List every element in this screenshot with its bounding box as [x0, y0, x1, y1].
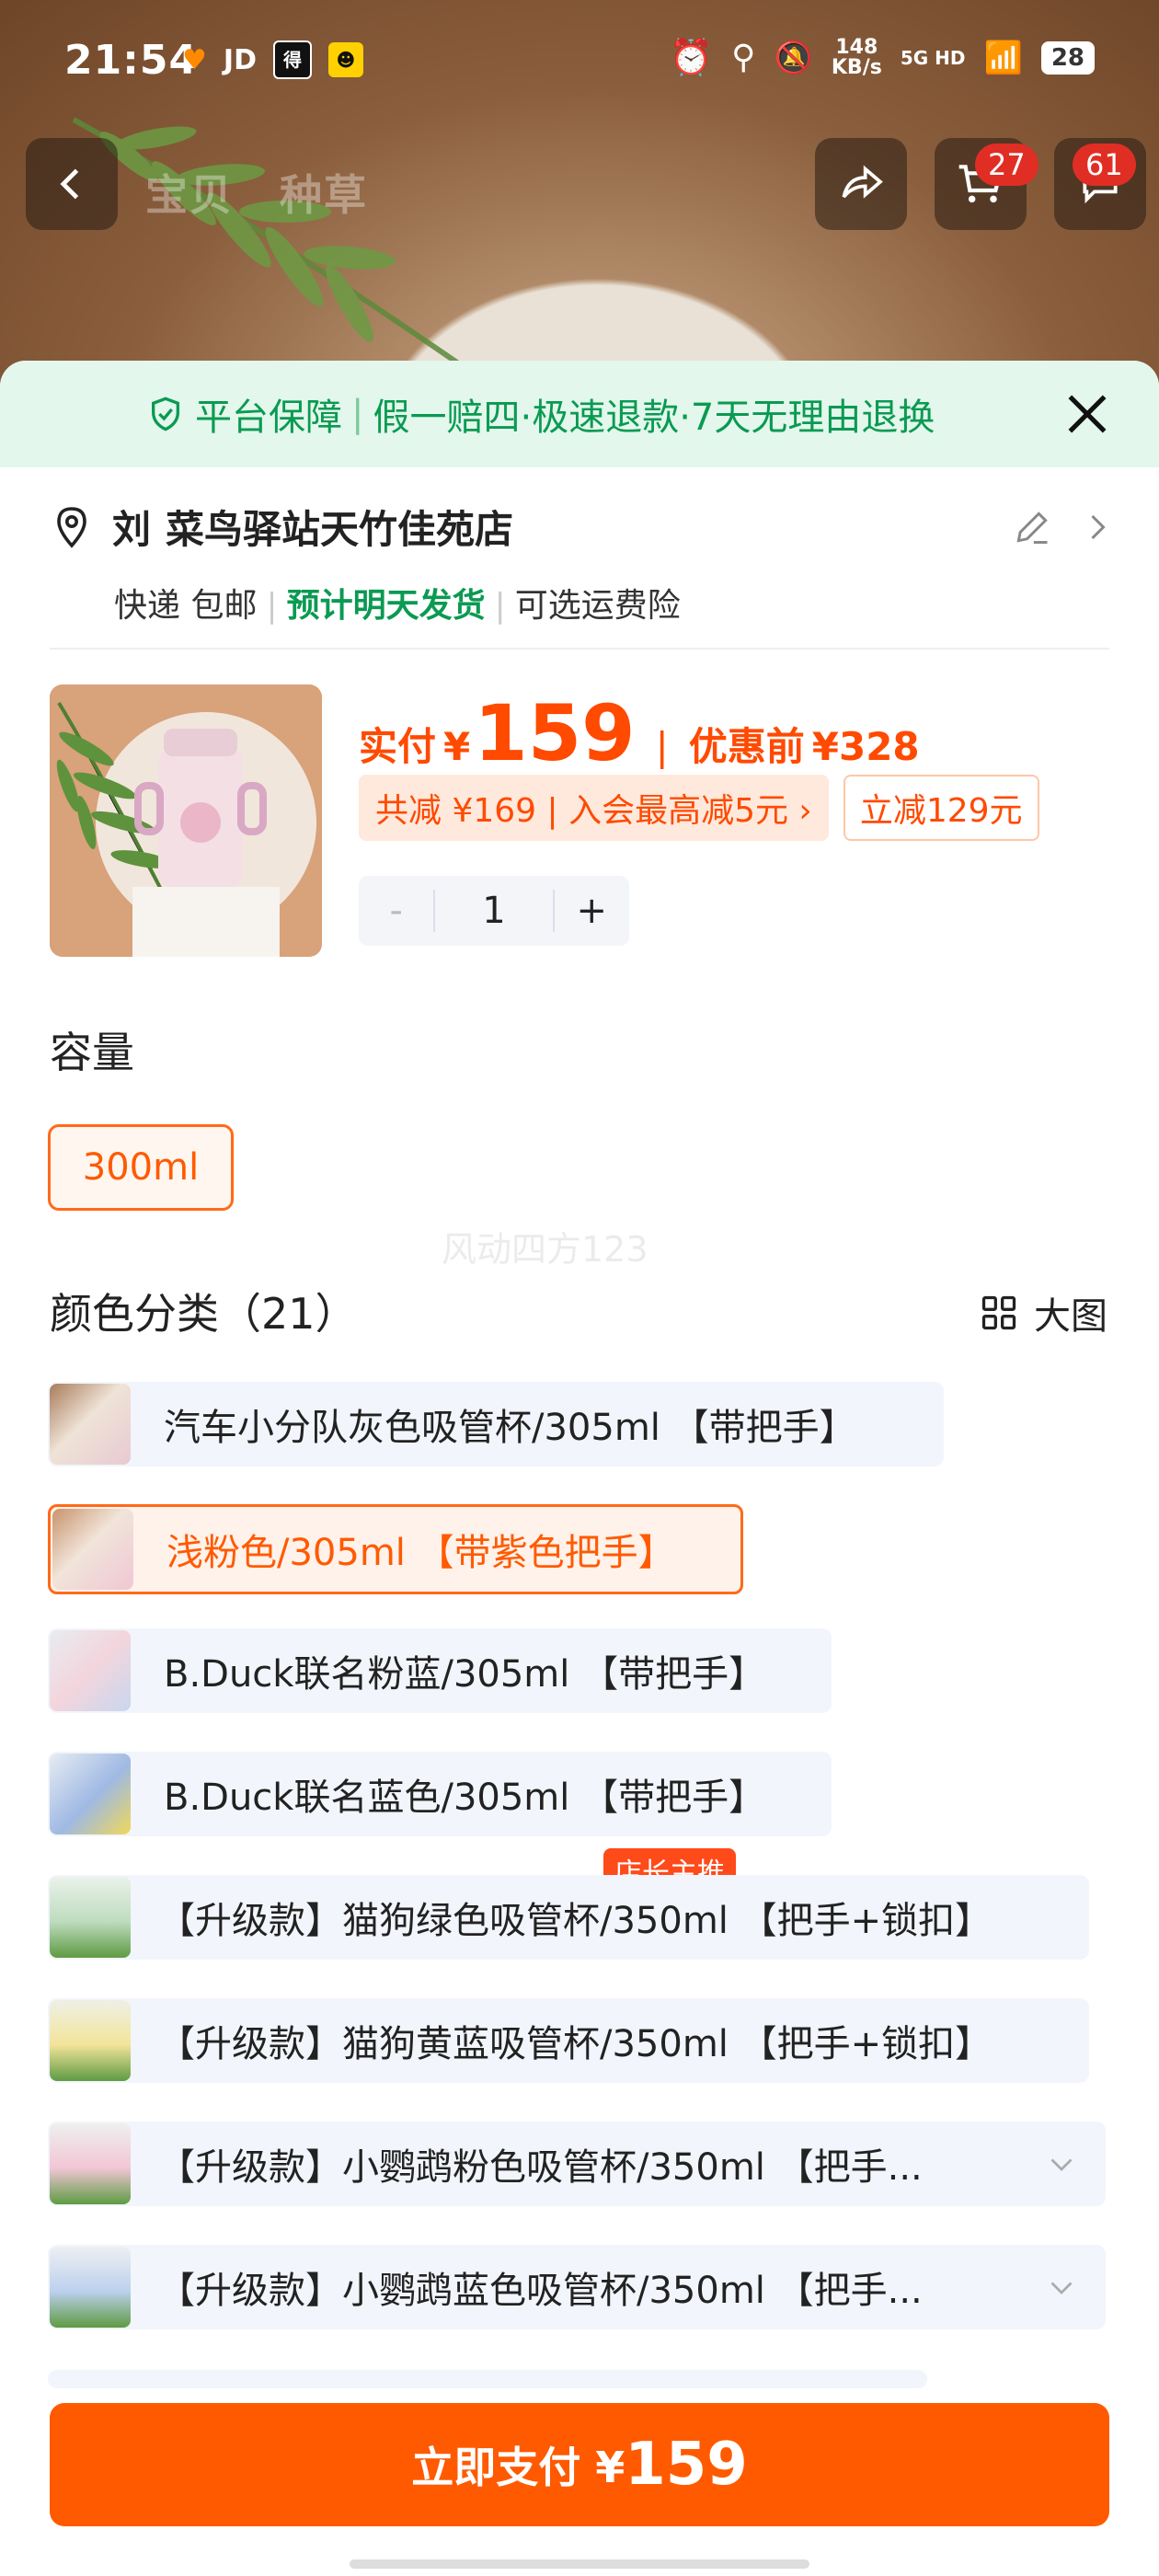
meituan-app-icon: ☻ — [327, 42, 363, 77]
discount-row: 共减 ¥169 | 入会最高减5元 › 立减129元 — [359, 775, 1039, 841]
instant-discount-chip: 立减129元 — [843, 775, 1039, 841]
recipient-name: 刘 — [112, 507, 152, 552]
tab-recommend[interactable]: 种草 — [280, 170, 368, 220]
option-label: 【升级款】小鹦鹉蓝色吸管杯/350ml 【把手... — [158, 2270, 923, 2312]
location-pin-icon — [57, 506, 86, 548]
option-thumbnail — [50, 1877, 131, 1958]
option-thumbnail — [50, 2123, 131, 2204]
color-option[interactable]: 汽车小分队灰色吸管杯/305ml 【带把手】 — [48, 1382, 944, 1466]
option-thumbnail — [50, 1384, 131, 1465]
status-system-icons: ⏰ ⚲ 🔕 148 KB/s 5G HD 📶 28 — [670, 37, 1095, 78]
top-nav-bar: 宝贝 种草 27 61 — [0, 138, 1159, 239]
alarm-icon: ⏰ — [669, 37, 714, 77]
color-category-title: 颜色分类（21） — [50, 1289, 358, 1339]
cart-badge: 27 — [975, 144, 1039, 186]
home-indicator[interactable] — [350, 2559, 809, 2569]
shield-check-icon — [152, 397, 179, 431]
edit-icon[interactable] — [1012, 507, 1052, 547]
total-discount-chip[interactable]: 共减 ¥169 | 入会最高减5元 › — [359, 775, 829, 841]
option-label: 【升级款】小鹦鹉粉色吸管杯/350ml 【把手... — [158, 2146, 923, 2189]
decrease-button[interactable]: - — [359, 890, 436, 932]
pay-now-button[interactable]: 立即支付 ¥ 159 — [50, 2403, 1109, 2526]
option-label: 【升级款】猫狗黄蓝吸管杯/350ml 【把手+锁扣】 — [158, 2023, 993, 2065]
product-thumbnail[interactable] — [50, 684, 322, 957]
quantity-value[interactable]: 1 — [435, 890, 552, 932]
chevron-down-icon[interactable] — [1045, 2147, 1078, 2180]
network-speed: 148 KB/s — [831, 35, 882, 79]
location-icon: ⚲ — [731, 39, 756, 76]
pickup-location: 菜鸟驿站天竹佳苑店 — [166, 507, 514, 552]
option-label: B.Duck联名粉蓝/305ml 【带把手】 — [164, 1653, 766, 1696]
color-option[interactable]: 【升级款】小鹦鹉粉色吸管杯/350ml 【把手... — [48, 2122, 1106, 2206]
share-button[interactable] — [815, 138, 907, 230]
nav-tabs: 宝贝 种草 — [145, 162, 397, 223]
currency-symbol: ¥ — [443, 724, 471, 769]
big-view-label: 大图 — [1034, 1295, 1107, 1338]
option-thumbnail — [50, 2000, 131, 2081]
guarantee-text: 假一赔四·极速退款·7天无理由退换 — [373, 397, 935, 439]
jd-heart-icon: ♥ — [182, 43, 207, 76]
battery-level: 28 — [1040, 40, 1095, 75]
purchase-sheet: 平台保障 | 假一赔四·极速退款·7天无理由退换 刘 菜鸟驿站天竹佳苑店 快递 … — [0, 361, 1159, 2576]
price-separator: | — [655, 724, 669, 769]
guarantee-title: 平台保障 — [195, 397, 342, 439]
pay-label: 立即支付 ¥ — [411, 2443, 625, 2492]
paid-amount: 159 — [474, 688, 636, 778]
tab-product[interactable]: 宝贝 — [145, 170, 234, 220]
divider — [50, 648, 1109, 650]
chevron-down-icon[interactable] — [1045, 2271, 1078, 2304]
option-thumbnail — [50, 2247, 131, 2328]
status-time: 21:54 — [64, 37, 199, 84]
price-row: 实付 ¥ 159 | 优惠前 ¥328 — [359, 688, 920, 778]
option-label: 汽车小分队灰色吸管杯/305ml 【带把手】 — [164, 1407, 856, 1449]
signal-label: 5G HD — [900, 46, 966, 69]
status-bar: 21:54 ♥ JD 得 ☻ ⏰ ⚲ 🔕 148 KB/s 5G HD 📶 28 — [0, 0, 1159, 129]
watermark: 风动四方123 — [442, 1229, 648, 1270]
before-amount: ¥328 — [811, 724, 920, 769]
paid-label: 实付 — [359, 724, 437, 769]
capacity-title: 容量 — [50, 1028, 134, 1077]
color-option[interactable]: B.Duck联名蓝色/305ml 【带把手】 — [48, 1752, 832, 1836]
color-option[interactable]: 【升级款】猫狗绿色吸管杯/350ml 【把手+锁扣】 — [48, 1875, 1089, 1960]
before-label: 优惠前 — [688, 724, 805, 769]
option-label: 【升级款】猫狗绿色吸管杯/350ml 【把手+锁扣】 — [158, 1900, 993, 1942]
capacity-option-300ml[interactable]: 300ml — [48, 1124, 234, 1211]
message-badge: 61 — [1073, 144, 1136, 186]
guarantee-separator: | — [351, 393, 364, 435]
mute-icon: 🔕 — [774, 39, 813, 76]
color-option[interactable]: 【升级款】小鹦鹉蓝色吸管杯/350ml 【把手... — [48, 2245, 1106, 2329]
color-option-partial[interactable] — [48, 2370, 927, 2388]
quantity-stepper: - 1 + — [359, 876, 629, 946]
platform-guarantee-banner[interactable]: 平台保障 | 假一赔四·极速退款·7天无理由退换 — [0, 361, 1159, 467]
pay-amount: 159 — [625, 2431, 748, 2499]
dispatch-estimate: 预计明天发货 — [286, 587, 486, 625]
product-image — [50, 684, 322, 957]
color-option[interactable]: 【升级款】猫狗黄蓝吸管杯/350ml 【把手+锁扣】 — [48, 1998, 1089, 2083]
increase-button[interactable]: + — [552, 890, 629, 932]
big-view-toggle[interactable]: 大图 — [979, 1286, 1107, 1340]
close-icon[interactable] — [1061, 388, 1113, 440]
grid-icon — [981, 1295, 1016, 1330]
color-option[interactable]: B.Duck联名粉蓝/305ml 【带把手】 — [48, 1628, 832, 1713]
option-thumbnail — [52, 1509, 133, 1590]
option-label: B.Duck联名蓝色/305ml 【带把手】 — [164, 1777, 766, 1819]
option-thumbnail — [50, 1754, 131, 1834]
share-icon — [842, 165, 883, 199]
chevron-left-icon — [60, 168, 79, 200]
shipping-method: 快递 包邮 — [114, 587, 258, 625]
jd-app-label: JD — [223, 43, 257, 76]
back-button[interactable] — [26, 138, 118, 230]
shipping-insurance: 可选运费险 — [514, 587, 681, 625]
status-app-icons: ♥ JD 得 ☻ — [182, 40, 363, 79]
delivery-address-row[interactable]: 刘 菜鸟驿站天竹佳苑店 快递 包邮 | 预计明天发货 | 可选运费险 — [50, 499, 1113, 627]
dewu-app-icon: 得 — [272, 40, 312, 79]
chevron-right-icon[interactable] — [1080, 511, 1113, 544]
wifi-icon: 📶 — [983, 39, 1023, 76]
color-option-selected[interactable]: 浅粉色/305ml 【带紫色把手】 — [48, 1504, 743, 1594]
option-label: 浅粉色/305ml 【带紫色把手】 — [166, 1532, 675, 1574]
option-thumbnail — [50, 1630, 131, 1711]
